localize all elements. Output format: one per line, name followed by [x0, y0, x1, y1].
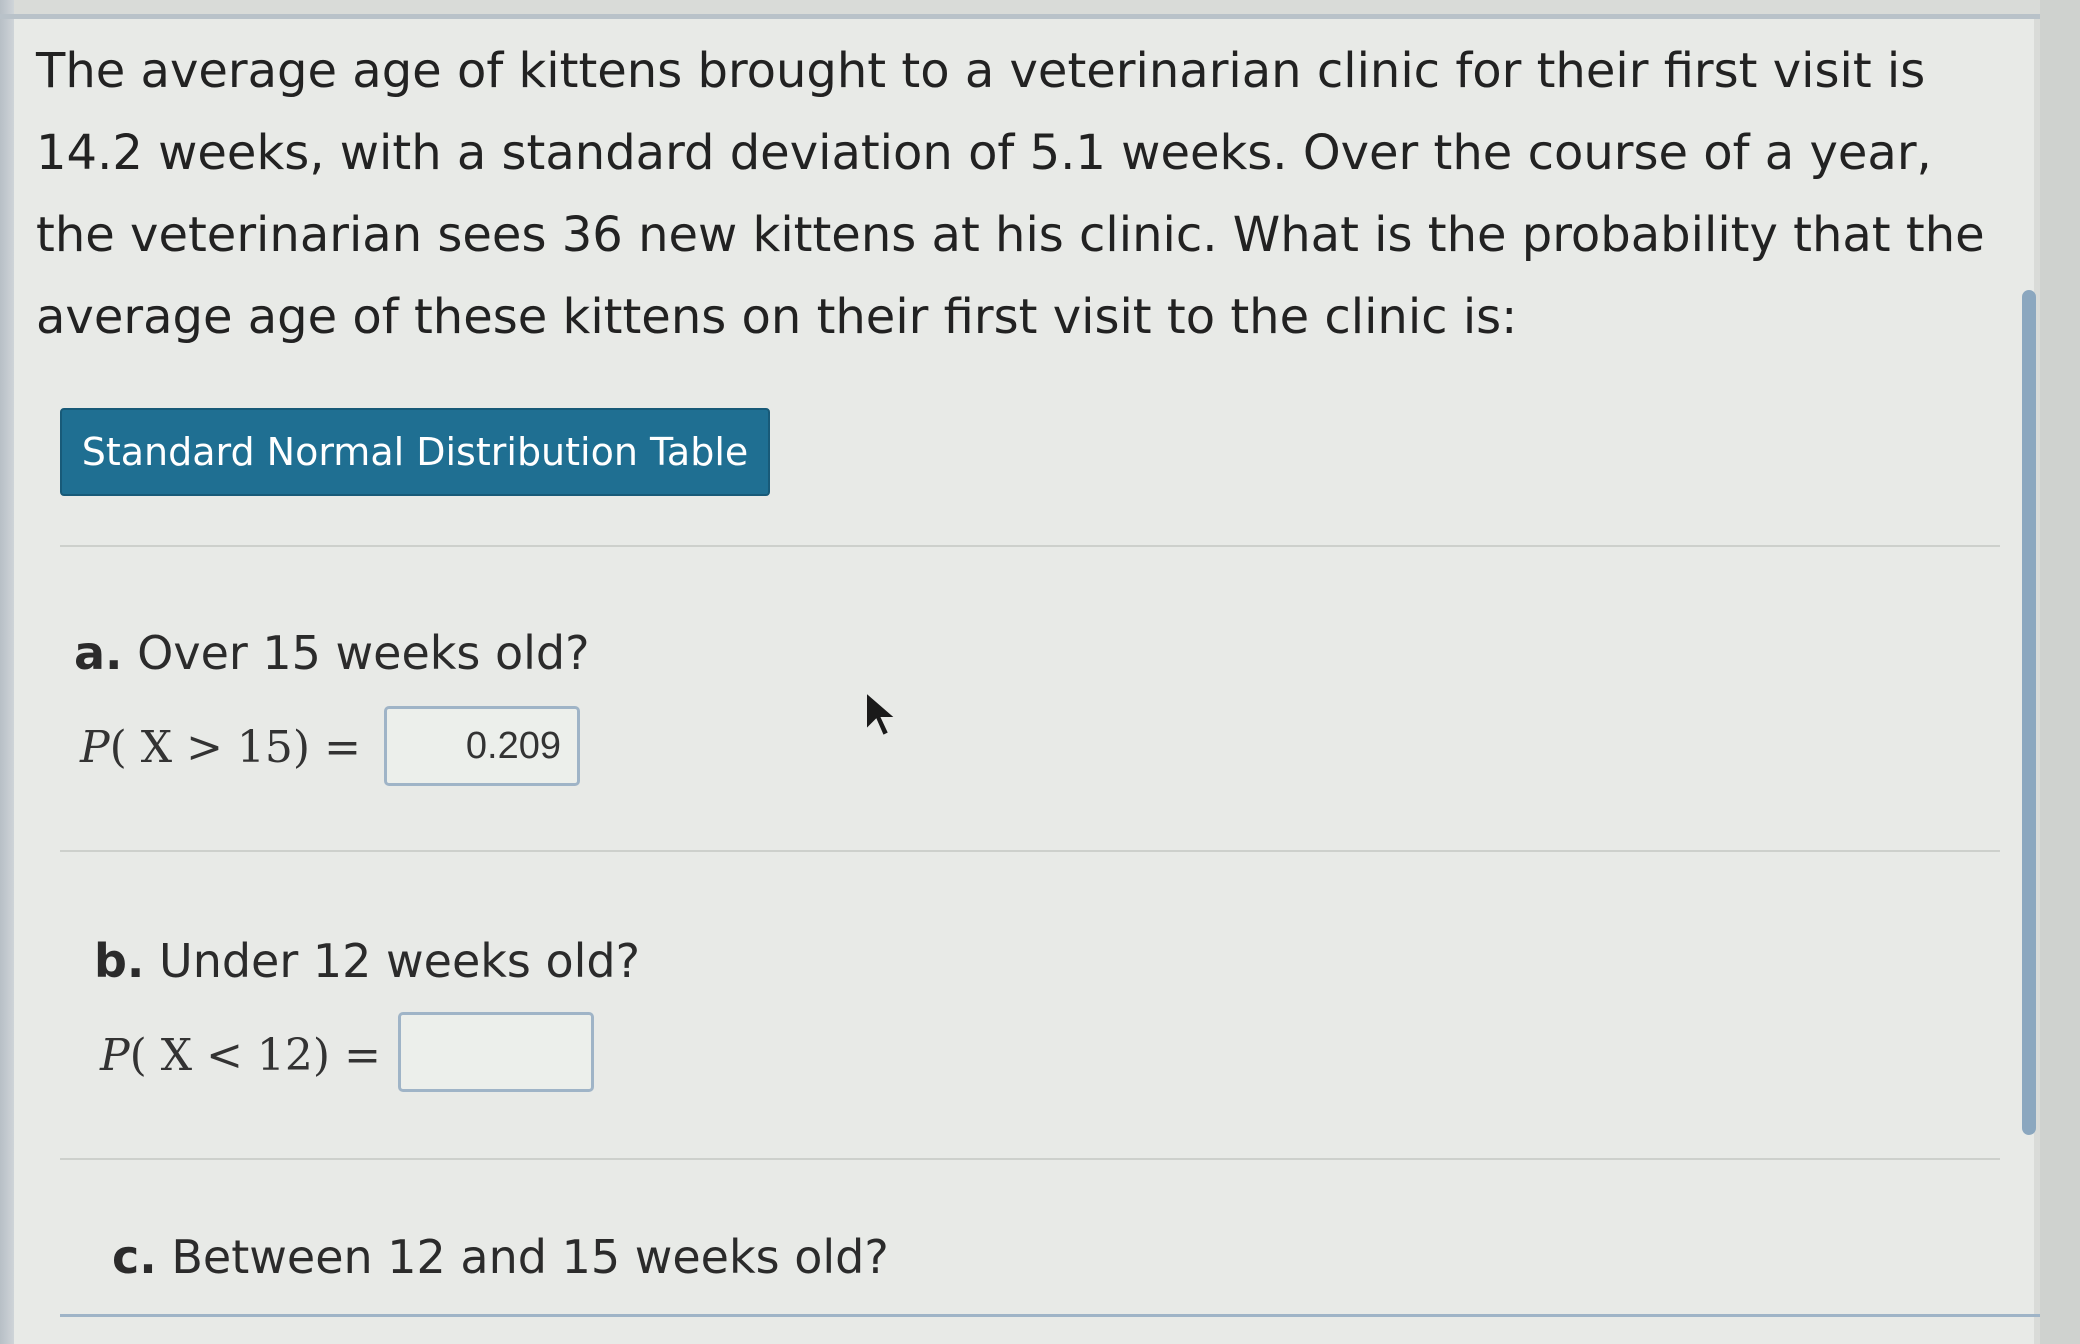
section-divider	[60, 1158, 2000, 1160]
part-a-prompt: a. Over 15 weeks old?	[74, 626, 590, 680]
part-b-text: Under 12 weeks old?	[159, 934, 641, 988]
part-a-equation: P( X > 15) =	[80, 722, 361, 773]
part-a-eq-body: ( X > 15) =	[109, 722, 361, 773]
vertical-scrollbar[interactable]	[2022, 290, 2036, 1135]
part-c-prompt: c. Between 12 and 15 weeks old?	[112, 1230, 889, 1284]
section-divider	[60, 545, 2000, 547]
part-a-answer-input[interactable]: 0.209	[384, 706, 580, 786]
mouse-pointer-icon	[865, 690, 899, 738]
part-a-eq-p: P	[80, 722, 110, 773]
question-text: The average age of kittens brought to a …	[36, 43, 1985, 345]
right-edge	[2040, 0, 2080, 1344]
part-b-eq-body: ( X < 12) =	[129, 1030, 381, 1081]
standard-normal-table-button[interactable]: Standard Normal Distribution Table	[60, 408, 770, 496]
section-divider	[60, 850, 2000, 852]
part-b-prompt: b. Under 12 weeks old?	[94, 934, 640, 988]
part-b-equation: P( X < 12) =	[100, 1030, 381, 1081]
part-c-text: Between 12 and 15 weeks old?	[171, 1230, 889, 1284]
part-b-letter: b.	[94, 934, 145, 988]
bottom-divider	[60, 1314, 2040, 1317]
left-rail	[0, 0, 14, 1344]
part-c-letter: c.	[112, 1230, 157, 1284]
part-b-answer-input[interactable]	[398, 1012, 594, 1092]
part-b-eq-p: P	[100, 1030, 130, 1081]
part-a-text: Over 15 weeks old?	[137, 626, 590, 680]
part-a-letter: a.	[74, 626, 123, 680]
